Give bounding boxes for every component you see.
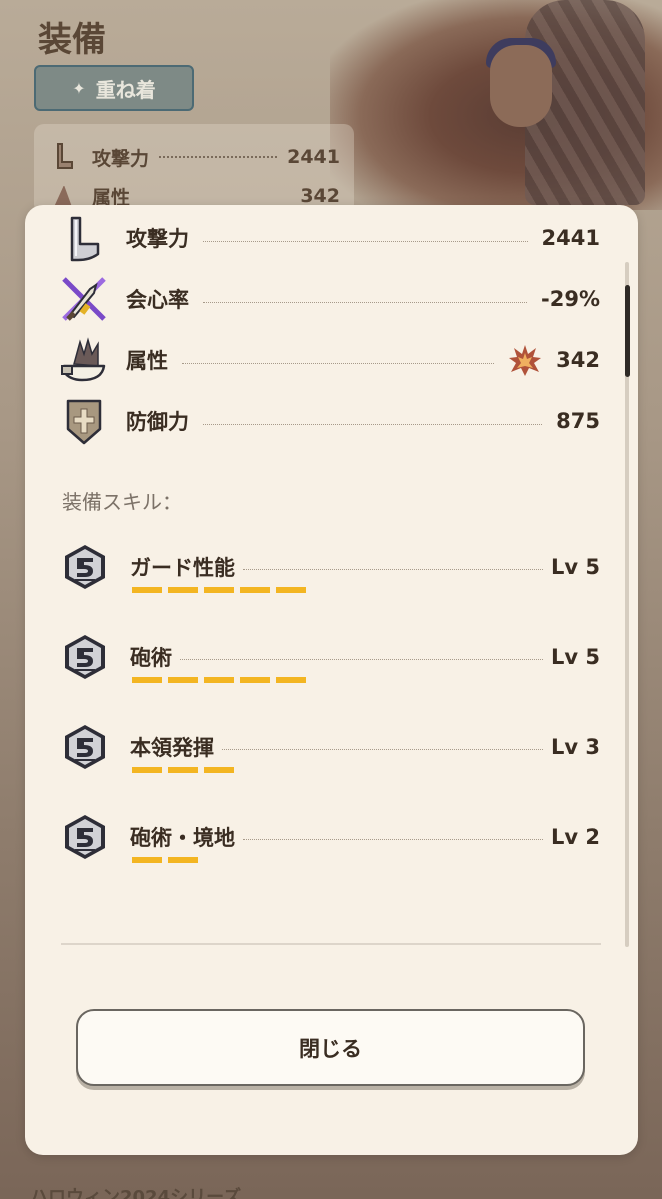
background-stat-label: 属性 bbox=[92, 186, 131, 207]
skill-level-bar bbox=[168, 767, 198, 773]
dotted-leader bbox=[203, 301, 528, 303]
skills-heading: 装備スキル： bbox=[62, 490, 182, 514]
skill-name: 砲術・境地 bbox=[130, 826, 235, 850]
background-stat-element: 属性 342 bbox=[50, 186, 340, 206]
layered-armor-button[interactable]: ✦ 重ね着 bbox=[34, 65, 194, 111]
skill-level: Lv 5 bbox=[551, 645, 600, 669]
dotted-leader bbox=[222, 748, 543, 750]
skill-level-bar bbox=[276, 677, 306, 683]
skill-name: ガード性能 bbox=[130, 556, 235, 580]
stat-label: 防御力 bbox=[126, 410, 189, 434]
sword-icon bbox=[70, 216, 100, 262]
sword-icon bbox=[57, 143, 73, 169]
skill-level: Lv 5 bbox=[551, 555, 600, 579]
skill-gem-icon bbox=[65, 635, 105, 679]
skill-level-bars bbox=[132, 857, 198, 863]
skill-level-bars bbox=[132, 587, 306, 593]
skill-level-bar bbox=[204, 767, 234, 773]
skill-level-bars bbox=[132, 767, 234, 773]
skill-row[interactable]: 砲術・境地 Lv 2 bbox=[62, 813, 600, 863]
skill-gem-icon bbox=[65, 545, 105, 589]
skill-level-bar bbox=[132, 587, 162, 593]
page-title: 装備 bbox=[38, 20, 106, 60]
armor-icon: ✦ bbox=[72, 78, 86, 98]
skill-row[interactable]: 本領発揮 Lv 3 bbox=[62, 723, 600, 773]
skill-level-bar bbox=[132, 857, 162, 863]
layered-armor-label: 重ね着 bbox=[95, 77, 156, 102]
skill-row[interactable]: ガード性能 Lv 5 bbox=[62, 543, 600, 593]
stat-value: -29% bbox=[541, 287, 600, 311]
skill-level-bar bbox=[240, 677, 270, 683]
skill-level-bar bbox=[168, 587, 198, 593]
background-stat-label: 攻撃力 bbox=[92, 147, 150, 170]
skill-level-bars bbox=[132, 677, 306, 683]
skill-level-bar bbox=[204, 677, 234, 683]
skill-name: 本領発揮 bbox=[130, 736, 214, 760]
stat-row-element: 属性 342 bbox=[60, 336, 600, 384]
skill-gem-icon bbox=[65, 725, 105, 769]
fire-blast-icon bbox=[509, 345, 542, 376]
close-button[interactable]: 閉じる bbox=[76, 1009, 585, 1086]
scrollbar-thumb[interactable] bbox=[625, 285, 630, 377]
background-stat-attack: 攻撃力 2441 bbox=[50, 142, 340, 172]
dotted-leader bbox=[243, 568, 543, 570]
skill-row[interactable]: 砲術 Lv 5 bbox=[62, 633, 600, 683]
shield-icon bbox=[66, 399, 102, 445]
stat-value: 342 bbox=[556, 348, 600, 372]
skill-level: Lv 3 bbox=[551, 735, 600, 759]
divider bbox=[61, 943, 601, 945]
skill-level-bar bbox=[168, 677, 198, 683]
stat-label: 攻撃力 bbox=[126, 227, 189, 251]
stat-value: 2441 bbox=[541, 226, 600, 250]
hunter-face-art bbox=[490, 45, 552, 127]
skill-level-bar bbox=[276, 587, 306, 593]
stat-label: 属性 bbox=[126, 349, 168, 373]
stat-row-affinity: 会心率 -29% bbox=[60, 275, 600, 323]
stat-value: 875 bbox=[556, 409, 600, 433]
dotted-leader bbox=[203, 240, 528, 242]
skill-level-bar bbox=[204, 587, 234, 593]
dotted-leader bbox=[182, 362, 495, 364]
skill-gem-icon bbox=[65, 815, 105, 859]
stat-row-attack: 攻撃力 2441 bbox=[60, 214, 600, 262]
background-stat-value: 342 bbox=[300, 186, 340, 206]
dotted-leader bbox=[243, 838, 543, 840]
stat-label: 会心率 bbox=[126, 288, 189, 312]
skill-name: 砲術 bbox=[130, 646, 172, 670]
series-name: ハロウィン2024シリーズ bbox=[30, 1187, 242, 1199]
stat-row-defense: 防御力 875 bbox=[60, 397, 600, 445]
skill-level-bar bbox=[168, 857, 198, 863]
element-blade-icon bbox=[54, 186, 72, 206]
element-blade-icon bbox=[61, 337, 106, 382]
skill-level-bar bbox=[132, 767, 162, 773]
dotted-leader bbox=[180, 658, 543, 660]
dotted-leader bbox=[203, 423, 543, 425]
background-stat-value: 2441 bbox=[287, 146, 340, 168]
skill-level-bar bbox=[132, 677, 162, 683]
skill-level-bar bbox=[240, 587, 270, 593]
skill-level: Lv 2 bbox=[551, 825, 600, 849]
crossed-blades-icon bbox=[62, 277, 106, 321]
